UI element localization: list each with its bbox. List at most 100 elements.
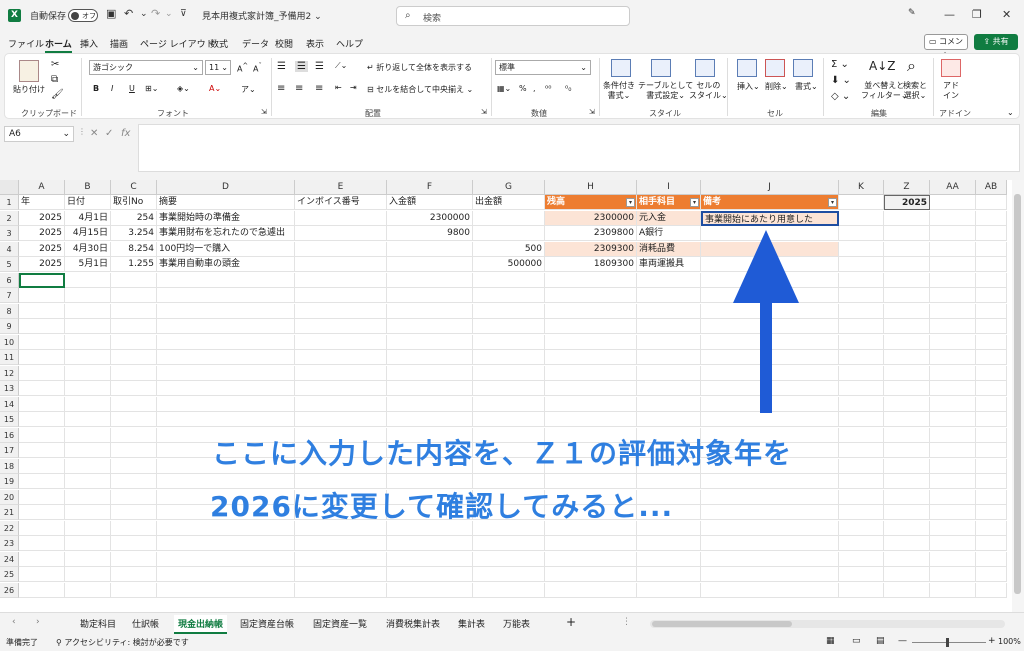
cell-a18[interactable]	[19, 458, 65, 474]
fill-color-icon[interactable]: ◈⌄	[177, 84, 190, 93]
cell-a4[interactable]: 2025	[19, 241, 65, 257]
page-break-view-icon[interactable]: ▤	[876, 636, 885, 646]
cell-h10[interactable]	[545, 334, 637, 350]
cell-ab24[interactable]	[976, 551, 1007, 567]
add-sheet-icon[interactable]: +	[566, 615, 576, 629]
cell-aa14[interactable]	[930, 396, 976, 412]
cell-z25[interactable]	[884, 567, 930, 582]
cell-i14[interactable]	[637, 396, 701, 412]
cell-j21[interactable]	[701, 505, 839, 520]
menu-formulas[interactable]: 数式	[210, 37, 228, 50]
cell-aa19[interactable]	[930, 474, 976, 489]
cell-d26[interactable]	[157, 582, 295, 598]
cell-aa26[interactable]	[930, 582, 976, 598]
cell-z19[interactable]	[884, 474, 930, 489]
addins-button[interactable]: アド イン	[943, 81, 959, 101]
cell-h26[interactable]	[545, 582, 637, 598]
row-header-20[interactable]: 20	[0, 489, 19, 505]
cell-aa15[interactable]	[930, 412, 976, 427]
accessibility-status[interactable]: ⚲ アクセシビリティ: 検討が必要です	[56, 637, 189, 648]
cell-a25[interactable]	[19, 567, 65, 582]
cell-a16[interactable]	[19, 427, 65, 443]
cell-f3[interactable]: 9800	[387, 226, 473, 241]
horizontal-scrollbar[interactable]	[650, 620, 1005, 628]
cell-aa17[interactable]	[930, 443, 976, 458]
cell-aa13[interactable]	[930, 381, 976, 396]
cell-b20[interactable]	[65, 489, 111, 505]
cell-z13[interactable]	[884, 381, 930, 396]
column-header-aa[interactable]: AA	[930, 180, 976, 195]
cell-h4[interactable]: 2309300	[545, 241, 637, 257]
row-header-19[interactable]: 19	[0, 474, 19, 489]
row-header-16[interactable]: 16	[0, 427, 19, 443]
fill-icon[interactable]: ⬇ ⌄	[831, 75, 851, 86]
cell-b13[interactable]	[65, 381, 111, 396]
format-as-table-icon[interactable]	[651, 59, 671, 77]
cell-j19[interactable]	[701, 474, 839, 489]
cell-ab7[interactable]	[976, 288, 1007, 303]
cell-a22[interactable]	[19, 520, 65, 536]
row-header-6[interactable]: 6	[0, 272, 19, 288]
cell-ab1[interactable]	[976, 195, 1007, 210]
cell-k13[interactable]	[839, 381, 884, 396]
cell-a12[interactable]	[19, 365, 65, 381]
cell-b7[interactable]	[65, 288, 111, 303]
cell-g23[interactable]	[473, 536, 545, 551]
cell-d9[interactable]	[157, 319, 295, 334]
cell-ab4[interactable]	[976, 241, 1007, 257]
cell-g9[interactable]	[473, 319, 545, 334]
cell-i10[interactable]	[637, 334, 701, 350]
cell-aa3[interactable]	[930, 226, 976, 241]
cell-g5[interactable]: 500000	[473, 257, 545, 272]
cell-k11[interactable]	[839, 350, 884, 365]
cell-g10[interactable]	[473, 334, 545, 350]
cell-b26[interactable]	[65, 582, 111, 598]
delete-cells-button[interactable]: 削除⌄	[765, 81, 788, 92]
cell-k18[interactable]	[839, 458, 884, 474]
cell-a1[interactable]: 年	[19, 195, 65, 210]
cell-k1[interactable]	[839, 195, 884, 210]
cell-b16[interactable]	[65, 427, 111, 443]
format-cells-icon[interactable]	[793, 59, 813, 77]
cell-c11[interactable]	[111, 350, 157, 365]
cell-b3[interactable]: 4月15日	[65, 226, 111, 241]
cell-a6-selected[interactable]	[19, 272, 65, 288]
cell-i4[interactable]: 消耗品費	[637, 241, 701, 257]
cell-b25[interactable]	[65, 567, 111, 582]
cell-ab13[interactable]	[976, 381, 1007, 396]
column-header-c[interactable]: C	[111, 180, 157, 195]
cell-i26[interactable]	[637, 582, 701, 598]
cut-icon[interactable]: ✂	[51, 59, 59, 70]
zoom-out-icon[interactable]: —	[898, 636, 907, 646]
cell-g3[interactable]	[473, 226, 545, 241]
cell-b4[interactable]: 4月30日	[65, 241, 111, 257]
number-dialog-launcher-icon[interactable]: ⇲	[589, 108, 595, 116]
cell-a3[interactable]: 2025	[19, 226, 65, 241]
cell-g12[interactable]	[473, 365, 545, 381]
cell-z4[interactable]	[884, 241, 930, 257]
cell-ab8[interactable]	[976, 303, 1007, 319]
cell-h9[interactable]	[545, 319, 637, 334]
cell-g26[interactable]	[473, 582, 545, 598]
column-header-g[interactable]: G	[473, 180, 545, 195]
sheet-tab-2[interactable]: 仕訳帳	[132, 617, 159, 630]
cell-e3[interactable]	[295, 226, 387, 241]
sheet-tab-1[interactable]: 勘定科目	[80, 617, 116, 630]
align-middle-icon[interactable]: ☰	[295, 61, 308, 72]
border-icon[interactable]: ⊞⌄	[145, 84, 158, 93]
cell-f26[interactable]	[387, 582, 473, 598]
underline-button[interactable]: U	[129, 84, 135, 93]
cell-aa25[interactable]	[930, 567, 976, 582]
cell-c24[interactable]	[111, 551, 157, 567]
namebox-more-icon[interactable]: ⋮	[78, 127, 86, 136]
column-header-f[interactable]: F	[387, 180, 473, 195]
cell-d14[interactable]	[157, 396, 295, 412]
cell-z9[interactable]	[884, 319, 930, 334]
cell-aa16[interactable]	[930, 427, 976, 443]
cell-i5[interactable]: 車両運搬具	[637, 257, 701, 272]
cell-ab14[interactable]	[976, 396, 1007, 412]
vertical-scrollbar[interactable]	[1012, 180, 1024, 612]
menu-home[interactable]: ホーム	[45, 37, 72, 53]
cell-z12[interactable]	[884, 365, 930, 381]
cell-ab3[interactable]	[976, 226, 1007, 241]
